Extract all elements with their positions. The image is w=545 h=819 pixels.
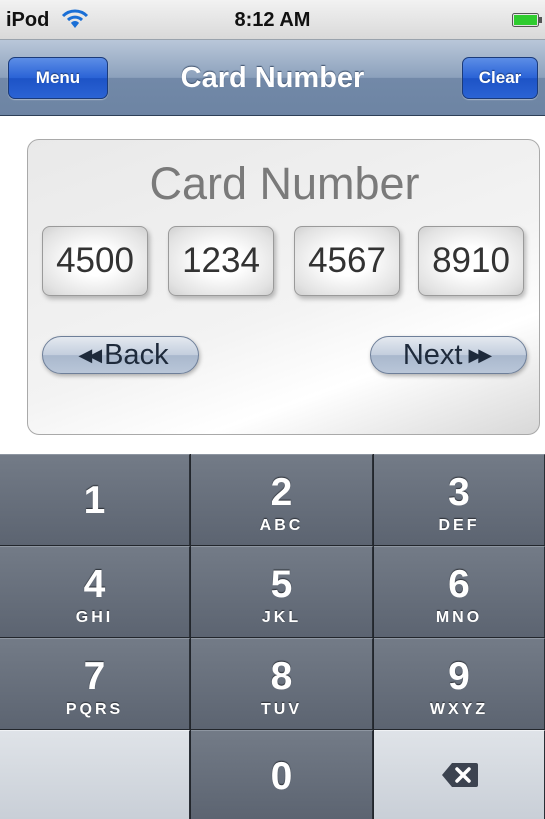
next-label: Next [402,338,463,371]
panel-title: Card Number [149,158,420,209]
card-digit-group-2[interactable]: 1234 [168,226,274,296]
key-number: 8 [270,655,293,698]
card-number-panel: Card Number 4500 1234 4567 8910 ◀◀ Back … [27,139,540,435]
key-letters: JKL [261,609,302,626]
double-left-arrow-icon: ◀◀ [78,344,102,365]
key-4[interactable]: 4 GHI [0,546,190,637]
next-button[interactable]: Next ▶▶ [370,336,527,374]
card-digit-group-1[interactable]: 4500 [42,226,148,296]
key-letters: MNO [435,609,483,626]
numeric-keypad: 1 2 ABC 3 DEF 4 GHI 5 JKL 6 MNO 7 PQRS 8… [0,454,545,819]
content-area: Card Number 4500 1234 4567 8910 ◀◀ Back … [0,117,545,454]
key-number: 9 [448,655,470,698]
delete-key[interactable] [374,730,545,819]
key-number: 1 [83,479,106,522]
key-letters: GHI [75,609,114,626]
key-letters: PQRS [65,701,124,718]
key-7[interactable]: 7 PQRS [0,638,190,729]
key-5[interactable]: 5 JKL [191,546,373,637]
key-number: 0 [270,755,293,798]
blank-key [0,730,190,819]
status-time: 8:12 AM [234,9,311,31]
battery-icon [512,13,542,27]
key-number: 6 [448,563,470,606]
card-digit-group-3[interactable]: 4567 [294,226,400,296]
key-number: 4 [83,563,106,606]
navigation-bar: Menu Card Number Clear [0,40,545,116]
backspace-icon [442,763,478,787]
clear-button[interactable]: Clear [462,57,538,99]
back-label: Back [104,338,169,371]
key-9[interactable]: 9 WXYZ [374,638,545,729]
key-8[interactable]: 8 TUV [191,638,373,729]
key-2[interactable]: 2 ABC [191,454,373,545]
back-button[interactable]: ◀◀ Back [42,336,199,374]
key-number: 2 [270,471,293,514]
key-letters: DEF [438,517,480,534]
key-letters: ABC [259,517,304,534]
card-digit-group-4[interactable]: 8910 [418,226,524,296]
key-number: 3 [448,471,470,514]
key-number: 5 [270,563,293,606]
key-number: 7 [83,655,106,698]
key-6[interactable]: 6 MNO [374,546,545,637]
key-3[interactable]: 3 DEF [374,454,545,545]
double-right-arrow-icon: ▶▶ [468,344,492,365]
key-letters: TUV [261,701,302,718]
key-letters: WXYZ [429,701,489,718]
key-1[interactable]: 1 [0,454,190,545]
status-bar: iPod 8:12 AM [0,0,545,40]
key-0[interactable]: 0 [191,730,373,819]
